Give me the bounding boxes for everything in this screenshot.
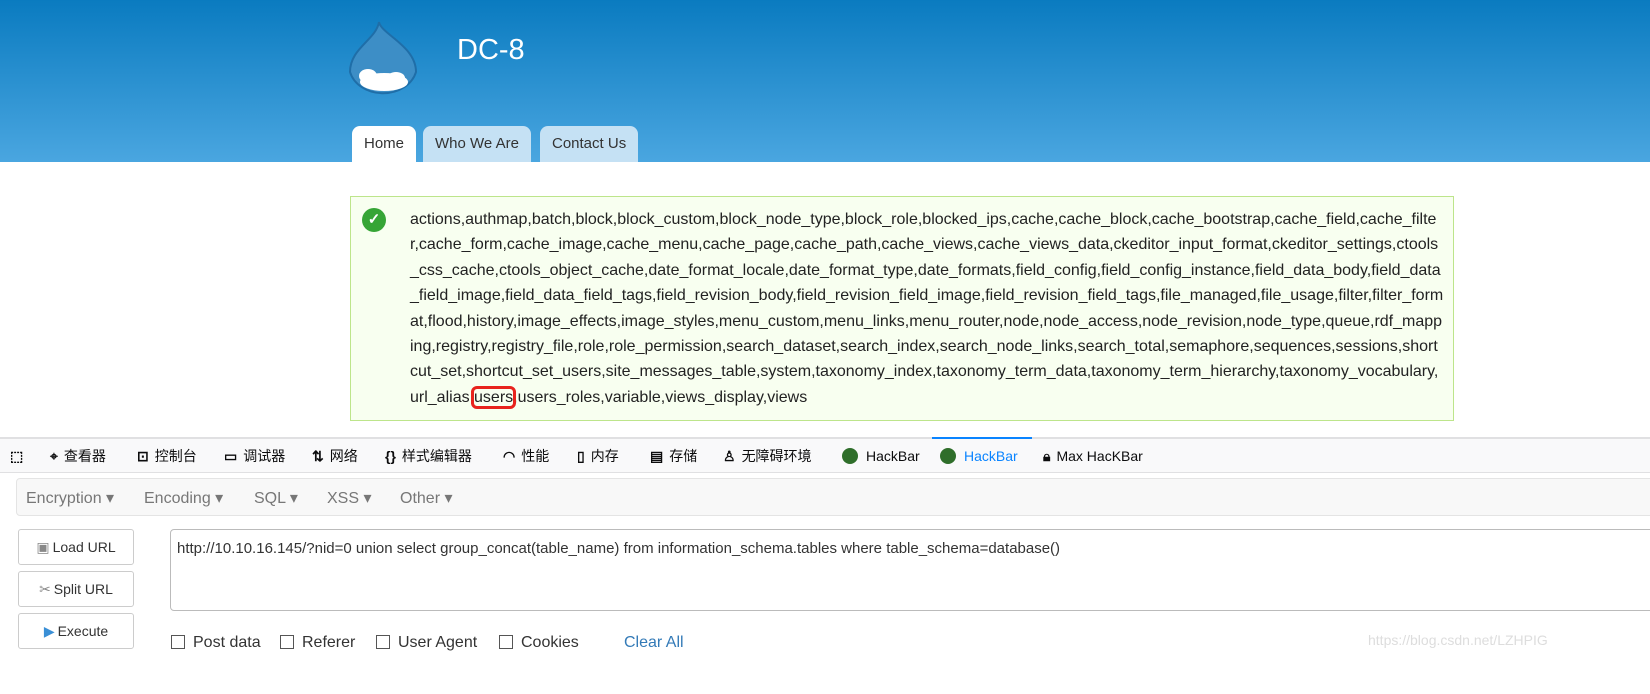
message-text-after: ,users_roles,variable,views_display,view… — [513, 388, 808, 406]
tab-hackbar-2[interactable]: HackBar — [932, 437, 1032, 471]
check-icon: ✓ — [362, 208, 386, 232]
menu-encoding[interactable]: Encoding ▾ — [144, 488, 223, 508]
hackbar-menu: Encryption ▾ Encoding ▾ SQL ▾ XSS ▾ Othe… — [16, 478, 1650, 516]
tab-who-we-are[interactable]: Who We Are — [423, 126, 531, 162]
hackbar-icon — [842, 448, 858, 464]
menu-sql[interactable]: SQL ▾ — [254, 488, 298, 508]
element-picker-icon[interactable]: ⬚ — [10, 439, 29, 473]
network-icon: ⇅ — [312, 448, 324, 464]
message-text: actions,authmap,batch,block,block_custom… — [410, 207, 1444, 410]
load-icon: ▣ — [36, 539, 50, 555]
user-agent-checkbox[interactable]: User Agent — [376, 634, 477, 652]
tab-home[interactable]: Home — [352, 126, 417, 162]
tab-debugger[interactable]: ▭ 调试器 — [224, 439, 285, 473]
tab-max-hackbar[interactable]: 🔒︎ Max HacKBar — [1043, 439, 1143, 473]
url-input[interactable]: http://10.10.16.145/?nid=0 union select … — [170, 529, 1650, 611]
drupal-logo — [348, 21, 418, 95]
accessibility-icon: ♙ — [723, 448, 736, 464]
debugger-icon: ▭ — [224, 448, 238, 464]
load-url-button[interactable]: ▣ Load URL — [18, 529, 134, 565]
referer-checkbox[interactable]: Referer — [280, 634, 355, 652]
cookies-checkbox[interactable]: Cookies — [499, 634, 579, 652]
memory-icon: ▯ — [577, 448, 585, 464]
highlighted-users: users — [471, 385, 517, 409]
devtools-tabbar: ⬚ ⌖ 查看器 ⊡ 控制台 ▭ 调试器 ⇅ 网络 {} 样式编辑器 ◠ 性能 ▯ 内存 ▤ 存储… — [0, 437, 1650, 473]
tab-memory[interactable]: ▯ 内存 — [577, 439, 619, 473]
gauge-icon: ◠ — [503, 448, 516, 464]
inspector-icon: ⌖ — [50, 448, 58, 464]
site-header: DC-8 — [0, 0, 1650, 162]
tab-accessibility[interactable]: ♙ 无障碍环境 — [723, 439, 812, 473]
execute-button[interactable]: ▶ Execute — [18, 613, 134, 649]
hackbar-icon — [940, 448, 956, 464]
tab-storage[interactable]: ▤ 存储 — [650, 439, 697, 473]
tab-style-editor[interactable]: {} 样式编辑器 — [385, 439, 472, 473]
braces-icon: {} — [385, 448, 396, 464]
watermark: https://blog.csdn.net/LZHPIG — [1368, 632, 1548, 648]
menu-encryption[interactable]: Encryption ▾ — [26, 488, 114, 508]
tab-network[interactable]: ⇅ 网络 — [312, 439, 358, 473]
menu-xss[interactable]: XSS ▾ — [327, 488, 372, 508]
tab-inspector[interactable]: ⌖ 查看器 — [50, 439, 106, 473]
tab-contact-us[interactable]: Contact Us — [540, 126, 639, 162]
play-icon: ▶ — [43, 623, 55, 639]
split-url-button[interactable]: ✂ Split URL — [18, 571, 134, 607]
menu-other[interactable]: Other ▾ — [400, 488, 453, 508]
clear-all-link[interactable]: Clear All — [624, 634, 684, 652]
message-text-before: actions,authmap,batch,block,block_custom… — [410, 211, 1444, 406]
scissors-icon: ✂ — [39, 581, 51, 597]
site-name: DC-8 — [457, 34, 525, 66]
post-data-checkbox[interactable]: Post data — [171, 634, 261, 652]
tab-hackbar-1[interactable]: HackBar — [842, 439, 920, 473]
tab-console[interactable]: ⊡ 控制台 — [137, 439, 197, 473]
tab-performance[interactable]: ◠ 性能 — [503, 439, 549, 473]
storage-icon: ▤ — [650, 448, 664, 464]
lock-icon: 🔒︎ — [1043, 448, 1051, 464]
console-icon: ⊡ — [137, 448, 149, 464]
